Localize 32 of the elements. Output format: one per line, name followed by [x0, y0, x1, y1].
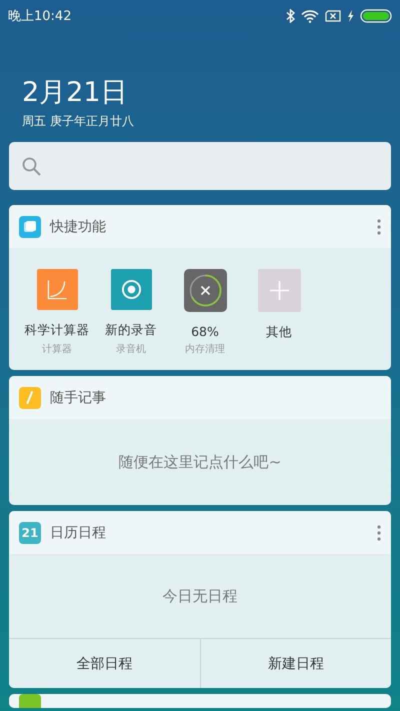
shortcut-sublabel: 录音机 [116, 342, 146, 356]
no-schedule-text: 今日无日程 [162, 586, 238, 606]
graph-icon[interactable] [36, 269, 78, 310]
bluetooth-icon [286, 9, 295, 23]
note-hint: 随便在这里记点什么吧~ [118, 452, 282, 472]
widget-title: 快捷功能 [50, 218, 107, 236]
date-text: 2月21日 [22, 76, 128, 110]
record-icon[interactable] [110, 269, 152, 310]
shortcut-sublabel: 计算器 [42, 342, 72, 356]
widget-icon [19, 216, 41, 238]
shortcut-label: 科学计算器 [24, 322, 90, 339]
widget-title: 日历日程 [50, 524, 107, 542]
schedule-button[interactable]: 新建日程 [200, 639, 391, 688]
battery-icon [360, 9, 392, 23]
shortcut-label: 其他 [266, 324, 292, 341]
shortcut-label: 新的录音 [105, 322, 157, 339]
wifi-icon [301, 10, 319, 22]
widget-title: 随手记事 [50, 388, 107, 406]
charging-icon [347, 10, 354, 22]
pencil-icon [19, 386, 41, 408]
memory-clean-icon[interactable] [184, 269, 226, 312]
calendar-icon: 21 [19, 522, 41, 544]
shortcut-sublabel: 内存清理 [185, 342, 225, 356]
search-field[interactable] [9, 142, 391, 190]
lunar-date-text: 周五 庚子年正月廿八 [22, 113, 134, 130]
more-icon[interactable] [377, 218, 381, 234]
widget-icon [19, 694, 41, 708]
more-icon[interactable] [377, 524, 381, 540]
status-time: 晚上10:42 [8, 8, 72, 25]
search-icon [22, 156, 41, 176]
sim-card-icon [325, 10, 341, 22]
shortcut-label: 68% [191, 324, 219, 339]
